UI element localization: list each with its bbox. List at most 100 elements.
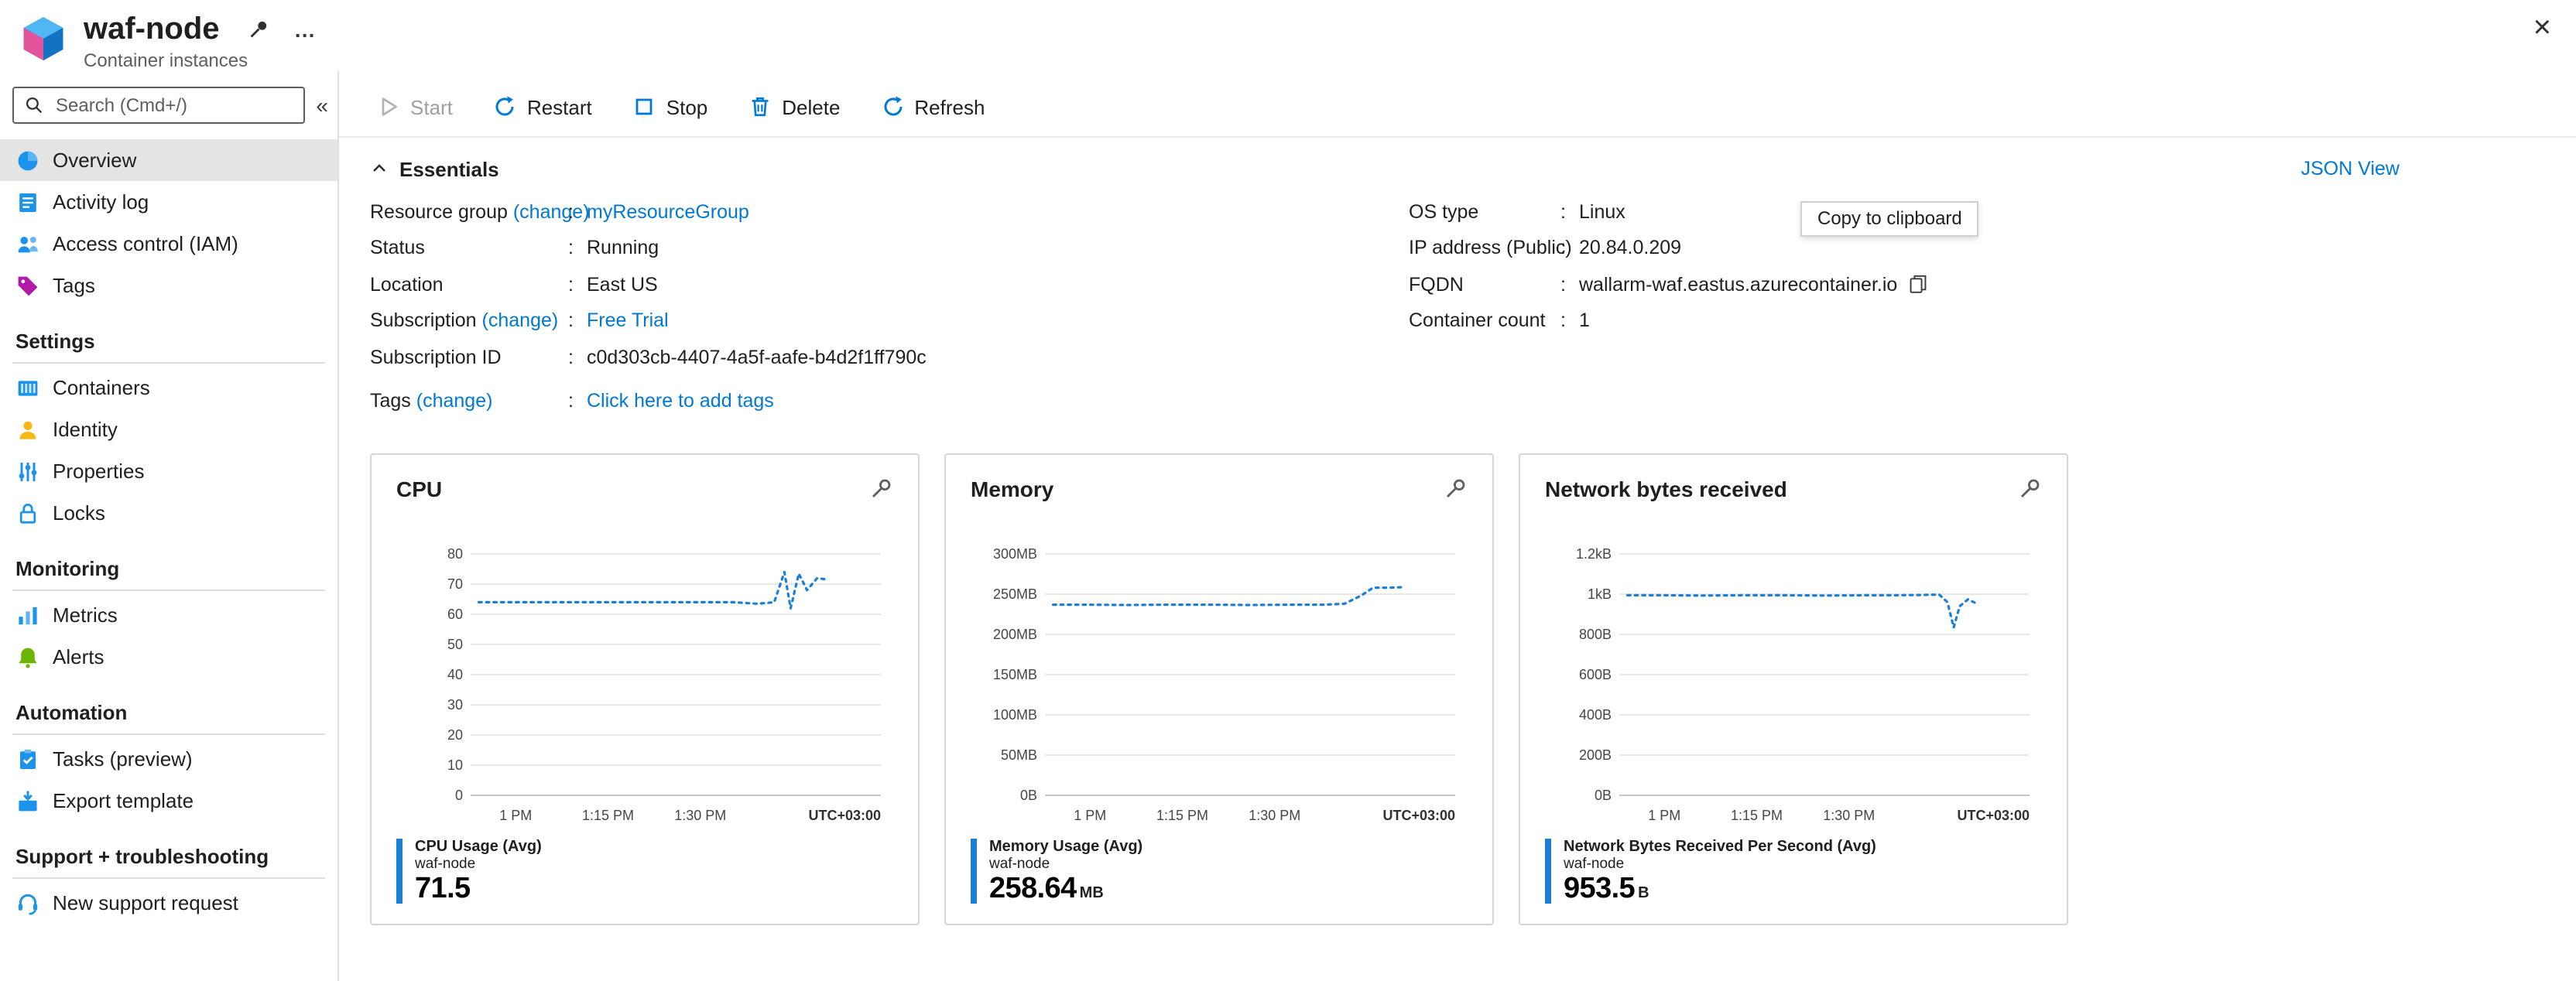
toolbar-button-label: Refresh <box>914 95 985 118</box>
essentials-body: Resource group (change):myResourceGroupS… <box>370 193 2576 419</box>
essentials-value-os-type: Linux <box>1579 201 1625 223</box>
sidebar-item-tasks-preview[interactable]: Tasks (preview) <box>0 738 337 780</box>
svg-text:800B: 800B <box>1579 627 1612 642</box>
essentials-chevron-icon[interactable] <box>370 159 389 178</box>
sidebar-item-label: Identity <box>53 418 118 441</box>
sidebar-item-overview[interactable]: Overview <box>0 139 337 181</box>
change-link[interactable]: (change) <box>411 391 493 412</box>
svg-text:1:15 PM: 1:15 PM <box>1156 808 1208 823</box>
legend-metric-name: Network Bytes Received Per Second (Avg) <box>1564 839 1876 856</box>
metric-card-cpu: CPU010203040506070801 PM1:15 PM1:30 PMUT… <box>370 453 920 925</box>
svg-text:50: 50 <box>447 637 463 652</box>
sidebar-item-properties[interactable]: Properties <box>0 450 337 492</box>
essentials-value-status: Running <box>587 238 659 259</box>
delete-icon <box>748 94 772 119</box>
sidebar-item-locks[interactable]: Locks <box>0 492 337 534</box>
support-request-icon <box>15 890 40 915</box>
identity-icon <box>15 417 40 442</box>
toolbar-button-start[interactable]: Start <box>370 91 459 122</box>
essentials-value-container-count: 1 <box>1579 310 1590 332</box>
sidebar-group-title-monitoring: Monitoring <box>12 554 325 591</box>
essentials-value-tags[interactable]: Click here to add tags <box>587 391 774 412</box>
sidebar-item-containers[interactable]: Containers <box>0 367 337 408</box>
sidebar-item-label: Alerts <box>53 645 104 668</box>
sidebar-collapse-icon[interactable]: « <box>316 93 328 118</box>
page-header: waf-node … Container instances × <box>0 0 2576 71</box>
legend-unit: MB <box>1080 885 1104 902</box>
svg-text:100MB: 100MB <box>993 707 1037 723</box>
overview-icon <box>15 148 40 173</box>
essentials-title[interactable]: Essentials <box>399 157 499 180</box>
chart-plot: 010203040506070801 PM1:15 PM1:30 PMUTC+0… <box>396 508 896 832</box>
essentials-label: OS type <box>1409 201 1560 223</box>
toolbar-button-stop[interactable]: Stop <box>626 91 714 122</box>
sidebar-item-access-control-iam[interactable]: Access control (IAM) <box>0 223 337 265</box>
search-input[interactable] <box>53 93 294 118</box>
metric-card-memory: Memory0B50MB100MB150MB200MB250MB300MB1 P… <box>944 453 1494 925</box>
access-control-icon <box>15 231 40 256</box>
chart-legend: CPU Usage (Avg)waf-node71.5 <box>396 839 893 907</box>
metric-charts-row: CPU010203040506070801 PM1:15 PM1:30 PMUT… <box>370 453 2576 925</box>
essentials-value-resource-group[interactable]: myResourceGroup <box>587 201 749 223</box>
essentials-row-status: Status:Running <box>370 230 1409 266</box>
essentials-header: Essentials JSON View <box>370 150 2400 187</box>
sidebar: « Overview Activity logAccess control (IA… <box>0 71 339 981</box>
svg-text:20: 20 <box>447 727 463 743</box>
essentials-row-container-count: Container count:1 <box>1409 303 1928 339</box>
sidebar-item-alerts[interactable]: Alerts <box>0 636 337 678</box>
pin-icon[interactable] <box>868 477 893 501</box>
search-box <box>12 87 305 124</box>
svg-text:1:30 PM: 1:30 PM <box>1249 808 1300 823</box>
legend-value: 258.64 <box>989 873 1077 905</box>
toolbar-button-delete[interactable]: Delete <box>742 91 846 122</box>
svg-text:1:30 PM: 1:30 PM <box>674 808 726 823</box>
essentials-row-fqdn: FQDN:wallarm-waf.eastus.azurecontainer.i… <box>1409 266 1928 303</box>
sidebar-item-export-template[interactable]: Export template <box>0 780 337 822</box>
svg-text:600B: 600B <box>1579 667 1612 682</box>
copy-icon[interactable] <box>1906 274 1928 296</box>
sidebar-item-tags[interactable]: Tags <box>0 265 337 306</box>
pin-icon[interactable] <box>2017 477 2042 501</box>
svg-text:60: 60 <box>447 607 463 622</box>
svg-text:0B: 0B <box>1020 788 1037 803</box>
sidebar-item-label: Overview <box>53 149 136 172</box>
colon-separator: : <box>568 274 587 296</box>
close-icon[interactable]: × <box>2533 12 2551 43</box>
svg-text:300MB: 300MB <box>993 546 1037 562</box>
pin-icon[interactable] <box>1443 477 1468 501</box>
chart-plot: 0B50MB100MB150MB200MB250MB300MB1 PM1:15 … <box>971 508 1471 832</box>
svg-text:30: 30 <box>447 697 463 713</box>
sidebar-item-label: Tasks (preview) <box>53 747 193 771</box>
more-actions-icon[interactable]: … <box>294 22 317 37</box>
svg-text:1 PM: 1 PM <box>499 808 532 823</box>
json-view-link[interactable]: JSON View <box>2301 158 2400 179</box>
sidebar-item-label: New support request <box>53 891 238 914</box>
colon-separator: : <box>1560 274 1579 296</box>
svg-text:80: 80 <box>447 546 463 562</box>
sidebar-item-new-support-request[interactable]: New support request <box>0 882 337 924</box>
essentials-row-resource-group: Resource group (change):myResourceGroup <box>370 193 1409 230</box>
sidebar-item-identity[interactable]: Identity <box>0 408 337 450</box>
essentials-row-subscription: Subscription (change):Free Trial <box>370 303 1409 339</box>
essentials-label: Subscription (change) <box>370 310 568 332</box>
essentials-row-subscription-id: Subscription ID:c0d303cb-4407-4a5f-aafe-… <box>370 339 1409 375</box>
pin-icon[interactable] <box>248 19 269 40</box>
essentials-label: Tags (change) <box>370 391 568 412</box>
sidebar-item-activity-log[interactable]: Activity log <box>0 181 337 223</box>
tags-icon <box>15 273 40 298</box>
svg-text:1:15 PM: 1:15 PM <box>582 808 634 823</box>
svg-text:1kB: 1kB <box>1588 586 1612 602</box>
refresh-icon <box>880 94 905 119</box>
toolbar-button-restart[interactable]: Restart <box>487 91 598 122</box>
essentials-value-location: East US <box>587 274 658 296</box>
export-template-icon <box>15 788 40 813</box>
essentials-label: Subscription ID <box>370 347 568 368</box>
svg-text:UTC+03:00: UTC+03:00 <box>808 808 881 823</box>
essentials-left-column: Resource group (change):myResourceGroupS… <box>370 193 1409 419</box>
change-link[interactable]: (change) <box>477 310 559 332</box>
sidebar-item-metrics[interactable]: Metrics <box>0 594 337 636</box>
essentials-value-subscription[interactable]: Free Trial <box>587 310 669 332</box>
colon-separator: : <box>568 201 587 223</box>
toolbar-button-refresh[interactable]: Refresh <box>874 91 991 122</box>
chart-title: CPU <box>396 477 442 501</box>
